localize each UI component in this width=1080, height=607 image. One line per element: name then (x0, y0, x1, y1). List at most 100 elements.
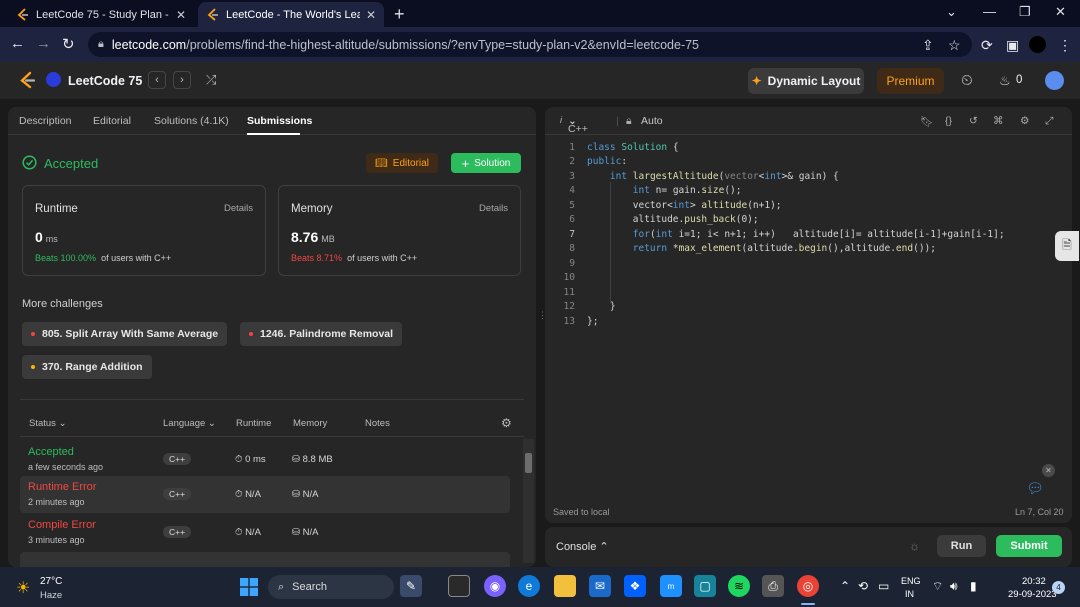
chrome-icon[interactable]: ◎ (797, 575, 819, 597)
submit-button[interactable]: Submit (996, 535, 1062, 557)
tab-close-icon[interactable]: ✕ (366, 8, 376, 22)
clock-time[interactable]: 20:32 (1022, 576, 1046, 587)
challenge-chip[interactable]: 805. Split Array With Same Average (22, 322, 228, 346)
row-status[interactable]: Accepted (28, 446, 74, 458)
solution-button[interactable]: + Solution (451, 153, 521, 173)
side-notes-icon[interactable]: 🗎︎ (1055, 231, 1079, 261)
code-area[interactable]: 1 class Solution { 2 public: 3 int large… (545, 142, 1072, 337)
extension-icon[interactable]: ⟳ (981, 37, 993, 54)
debug-bug-icon[interactable]: ☼ (909, 539, 920, 553)
forward-arrow-icon[interactable]: → (36, 35, 51, 52)
teams-chat-icon[interactable]: ◉ (484, 575, 506, 597)
shortcut-icon[interactable]: ⌘ (993, 115, 1004, 127)
scrollbar-thumb[interactable] (525, 453, 532, 473)
submission-row[interactable]: Accepted a few seconds ago C++ ⏱ 0 ms ⛁ … (20, 441, 510, 478)
streak-fire-icon[interactable]: ♨ (999, 73, 1011, 89)
row-status[interactable]: Compile Error (28, 519, 96, 531)
browser-tab-study-plan[interactable]: LeetCode 75 - Study Plan - Leet ✕ (8, 2, 194, 27)
user-avatar[interactable] (1045, 71, 1064, 90)
file-explorer-icon[interactable] (554, 575, 576, 597)
editorial-button[interactable]: 📖︎ Editorial (366, 153, 438, 173)
maximize-button[interactable]: ❐ (1019, 4, 1031, 20)
fullscreen-icon[interactable]: ⤢ (1045, 115, 1053, 128)
status-column-header[interactable]: Status ⌄ (29, 418, 67, 429)
table-settings-gear-icon[interactable]: ⚙ (501, 416, 512, 430)
next-problem-button[interactable]: › (173, 71, 191, 89)
reload-icon[interactable]: ↻ (62, 35, 75, 53)
app-square-icon[interactable]: ▢ (694, 575, 716, 597)
tab-description[interactable]: Description (19, 115, 72, 127)
tab-search-dropdown-icon[interactable]: ⌄ (946, 4, 957, 20)
challenge-chip[interactable]: 1246. Palindrome Removal (240, 322, 403, 346)
tab-solutions[interactable]: Solutions (4.1K) (154, 115, 229, 127)
dropbox-icon[interactable]: ❖ (624, 575, 646, 597)
bookmark-icon[interactable]: 🔖︎ (920, 115, 933, 128)
mail-icon[interactable]: ✉ (589, 575, 611, 597)
auto-mode[interactable]: Auto (641, 115, 663, 127)
taskbar-search[interactable]: ⌕ Search (268, 575, 394, 599)
row-runtime: ⏱ N/A (235, 527, 261, 538)
profile-avatar[interactable] (1029, 36, 1046, 53)
tab-close-icon[interactable]: ✕ (176, 8, 186, 22)
runtime-details-link[interactable]: Details (224, 203, 253, 214)
submission-row-partial[interactable] (20, 552, 510, 567)
dynamic-layout-button[interactable]: ✦ Dynamic Layout (748, 68, 864, 94)
premium-button[interactable]: Premium (877, 68, 944, 94)
leetcode-logo-icon[interactable] (18, 71, 36, 89)
study-plan-name[interactable]: LeetCode 75 (68, 74, 142, 88)
settings-gear-icon[interactable]: ⚙ (1020, 115, 1029, 127)
more-challenges-title: More challenges (22, 298, 103, 310)
runtime-title: Runtime (35, 203, 78, 215)
runtime-card[interactable]: Runtime Details 0 ms Beats 100.00% of use… (22, 185, 266, 276)
row-language: C++ (163, 488, 192, 500)
address-bar[interactable]: 🔒︎ leetcode.com /problems/find-the-highe… (88, 32, 972, 57)
task-view-icon[interactable] (448, 575, 470, 597)
shuffle-icon[interactable]: ⤮ (206, 72, 216, 88)
tray-display-icon[interactable]: ▭ (878, 579, 889, 593)
browser-tab-leetcode[interactable]: LeetCode - The World's Leading ✕ (198, 2, 384, 27)
share-icon[interactable]: ⇪ (922, 37, 934, 54)
memory-chip-icon: ⛁ (292, 489, 300, 500)
run-button[interactable]: Run (937, 535, 986, 557)
reset-icon[interactable]: ↺ (969, 115, 978, 127)
memory-card[interactable]: Memory Details 8.76 MB Beats 8.71% of use… (278, 185, 521, 276)
console-toggle[interactable]: Console ⌃ (556, 540, 609, 553)
bookmark-star-icon[interactable]: ☆ (948, 37, 961, 54)
back-arrow-icon[interactable]: ← (10, 35, 25, 52)
prev-problem-button[interactable]: ‹ (148, 71, 166, 89)
submission-row[interactable]: Runtime Error 2 minutes ago C++ ⏱ N/A ⛁ … (20, 476, 510, 513)
battery-icon[interactable]: ▮ (970, 579, 977, 593)
dismiss-chat-icon[interactable]: ✕ (1042, 464, 1055, 477)
copilot-widget-icon[interactable]: ✎ (400, 575, 422, 597)
tab-submissions[interactable]: Submissions (247, 115, 312, 127)
row-status[interactable]: Runtime Error (28, 481, 96, 493)
weather-sun-icon[interactable]: ☀ (16, 578, 30, 598)
submission-row[interactable]: Compile Error 3 minutes ago C++ ⏱ N/A ⛁ … (20, 514, 510, 551)
side-panel-icon[interactable]: ▣ (1006, 37, 1019, 54)
tab-editorial[interactable]: Editorial (93, 115, 131, 127)
memory-details-link[interactable]: Details (479, 203, 508, 214)
language-selector[interactable]: C++ ⌄ (568, 115, 588, 135)
volume-icon[interactable]: 🔊︎ (950, 579, 958, 594)
edge-browser-icon[interactable]: e (518, 575, 540, 597)
browser-menu-icon[interactable]: ⋮ (1058, 37, 1072, 54)
notification-count-badge[interactable]: 4 (1052, 581, 1065, 594)
challenge-chip[interactable]: 370. Range Addition (22, 355, 152, 379)
wifi-icon[interactable]: ⌔ (932, 579, 943, 594)
spotify-icon[interactable]: ≋ (728, 575, 750, 597)
format-braces-icon[interactable]: {} (945, 115, 952, 127)
windows-start-icon[interactable] (240, 578, 258, 601)
scrollbar-track[interactable] (523, 439, 534, 563)
pdf-app-icon[interactable]: ⎙ (762, 575, 784, 597)
weather-temp[interactable]: 27°C (40, 576, 62, 587)
input-language-top[interactable]: ENG (901, 576, 921, 586)
language-column-header[interactable]: Language ⌄ (163, 418, 216, 429)
tray-app-icon[interactable]: ⟲ (858, 579, 868, 593)
panel-splitter-handle[interactable]: ⋮ (538, 310, 547, 324)
timer-icon[interactable]: ⏲ (961, 72, 973, 89)
tray-overflow-chevron-icon[interactable]: ⌃ (840, 579, 850, 593)
minimize-button[interactable]: — (983, 4, 996, 19)
new-tab-button[interactable]: + (394, 4, 405, 25)
app-icon[interactable]: m (660, 575, 682, 597)
close-window-button[interactable]: ✕ (1055, 4, 1066, 20)
